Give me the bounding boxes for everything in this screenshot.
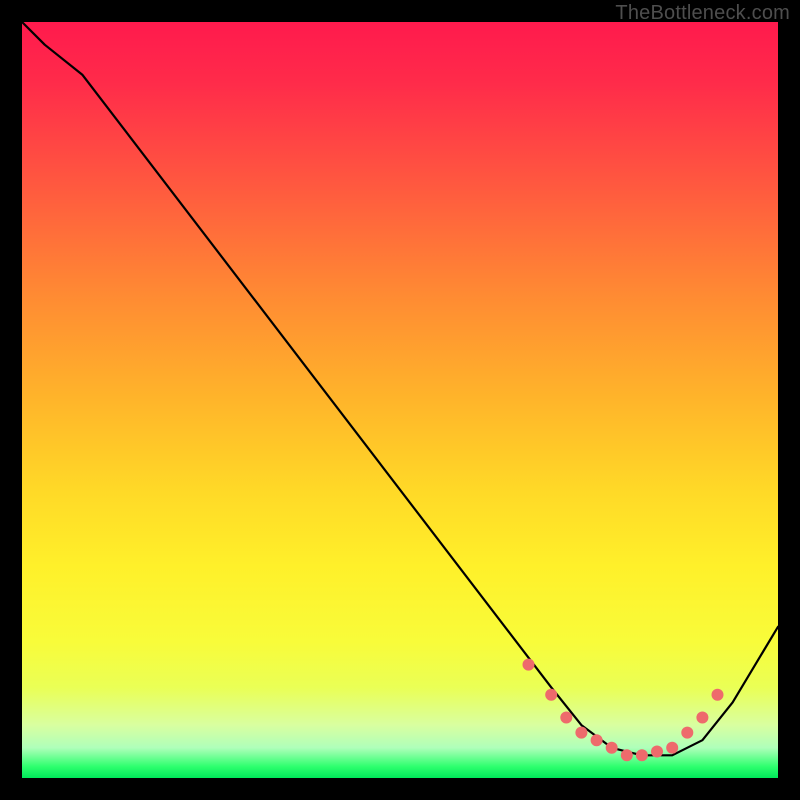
chart-frame: TheBottleneck.com xyxy=(0,0,800,800)
marker-dot xyxy=(666,742,678,754)
chart-svg xyxy=(22,22,778,778)
marker-dot xyxy=(560,712,572,724)
marker-dot xyxy=(651,746,663,758)
marker-dot xyxy=(636,749,648,761)
marker-dot xyxy=(696,712,708,724)
marker-dot xyxy=(591,734,603,746)
watermark-text: TheBottleneck.com xyxy=(615,2,790,25)
marker-dot xyxy=(575,727,587,739)
plot-area xyxy=(22,22,778,778)
marker-dot xyxy=(606,742,618,754)
marker-dot xyxy=(712,689,724,701)
marker-dots xyxy=(523,659,724,762)
marker-dot xyxy=(523,659,535,671)
marker-dot xyxy=(621,749,633,761)
marker-dot xyxy=(681,727,693,739)
bottleneck-curve-line xyxy=(22,22,778,755)
marker-dot xyxy=(545,689,557,701)
